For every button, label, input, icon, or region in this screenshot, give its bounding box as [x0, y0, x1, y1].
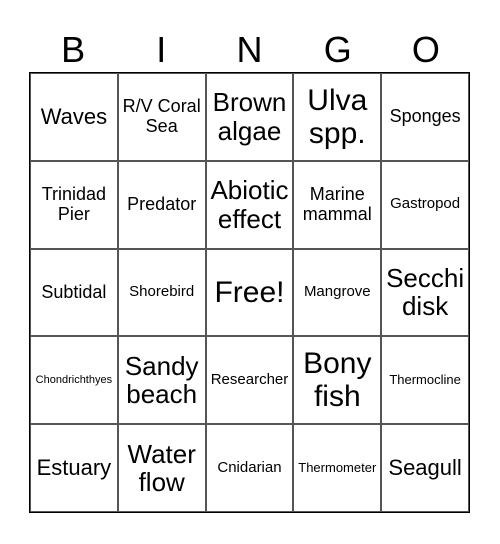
header-letter: B [61, 29, 86, 70]
bingo-cell[interactable]: Brown algae [205, 73, 294, 161]
bingo-cell[interactable]: R/V Coral Sea [117, 73, 206, 161]
bingo-cell[interactable]: Ulva spp. [293, 73, 382, 161]
bingo-cell[interactable]: Mangrove [293, 248, 382, 337]
bingo-cell[interactable]: Subtidal [30, 248, 118, 337]
bingo-cell[interactable]: Sponges [381, 73, 469, 161]
bingo-cell[interactable]: Thermocline [381, 336, 469, 425]
header-letter: G [323, 29, 352, 70]
bingo-cell[interactable]: Secchi disk [381, 248, 469, 337]
bingo-cell[interactable]: Water flow [117, 424, 206, 512]
header-letter: N [236, 29, 263, 70]
bingo-cell[interactable]: Estuary [30, 424, 118, 512]
bingo-cell[interactable]: Waves [30, 73, 118, 161]
header-letter: O [411, 29, 440, 70]
bingo-cell[interactable]: Cnidarian [205, 424, 294, 512]
bingo-grid: Waves R/V Coral Sea Brown algae Ulva spp. Sp… [29, 72, 470, 513]
bingo-cell[interactable]: Abiotic effect [205, 160, 294, 249]
bingo-cell[interactable]: Seagull [381, 424, 469, 512]
bingo-cell[interactable]: Predator [117, 160, 206, 249]
bingo-cell[interactable]: Chondrichthyes [30, 336, 118, 425]
header-letter: I [156, 29, 167, 70]
bingo-cell[interactable]: Bony fish [293, 336, 382, 425]
bingo-cell[interactable]: Researcher [205, 336, 294, 425]
bingo-cell[interactable]: Trinidad Pier [30, 160, 118, 249]
bingo-header: BINGO [29, 28, 470, 72]
bingo-cell[interactable]: Shorebird [117, 248, 206, 337]
bingo-cell[interactable]: Marine mammal [293, 160, 382, 249]
bingo-cell[interactable]: Free! [205, 248, 294, 337]
bingo-cell[interactable]: Gastropod [381, 160, 469, 249]
bingo-cell[interactable]: Thermometer [293, 424, 382, 512]
bingo-cell[interactable]: Sandy beach [117, 336, 206, 425]
